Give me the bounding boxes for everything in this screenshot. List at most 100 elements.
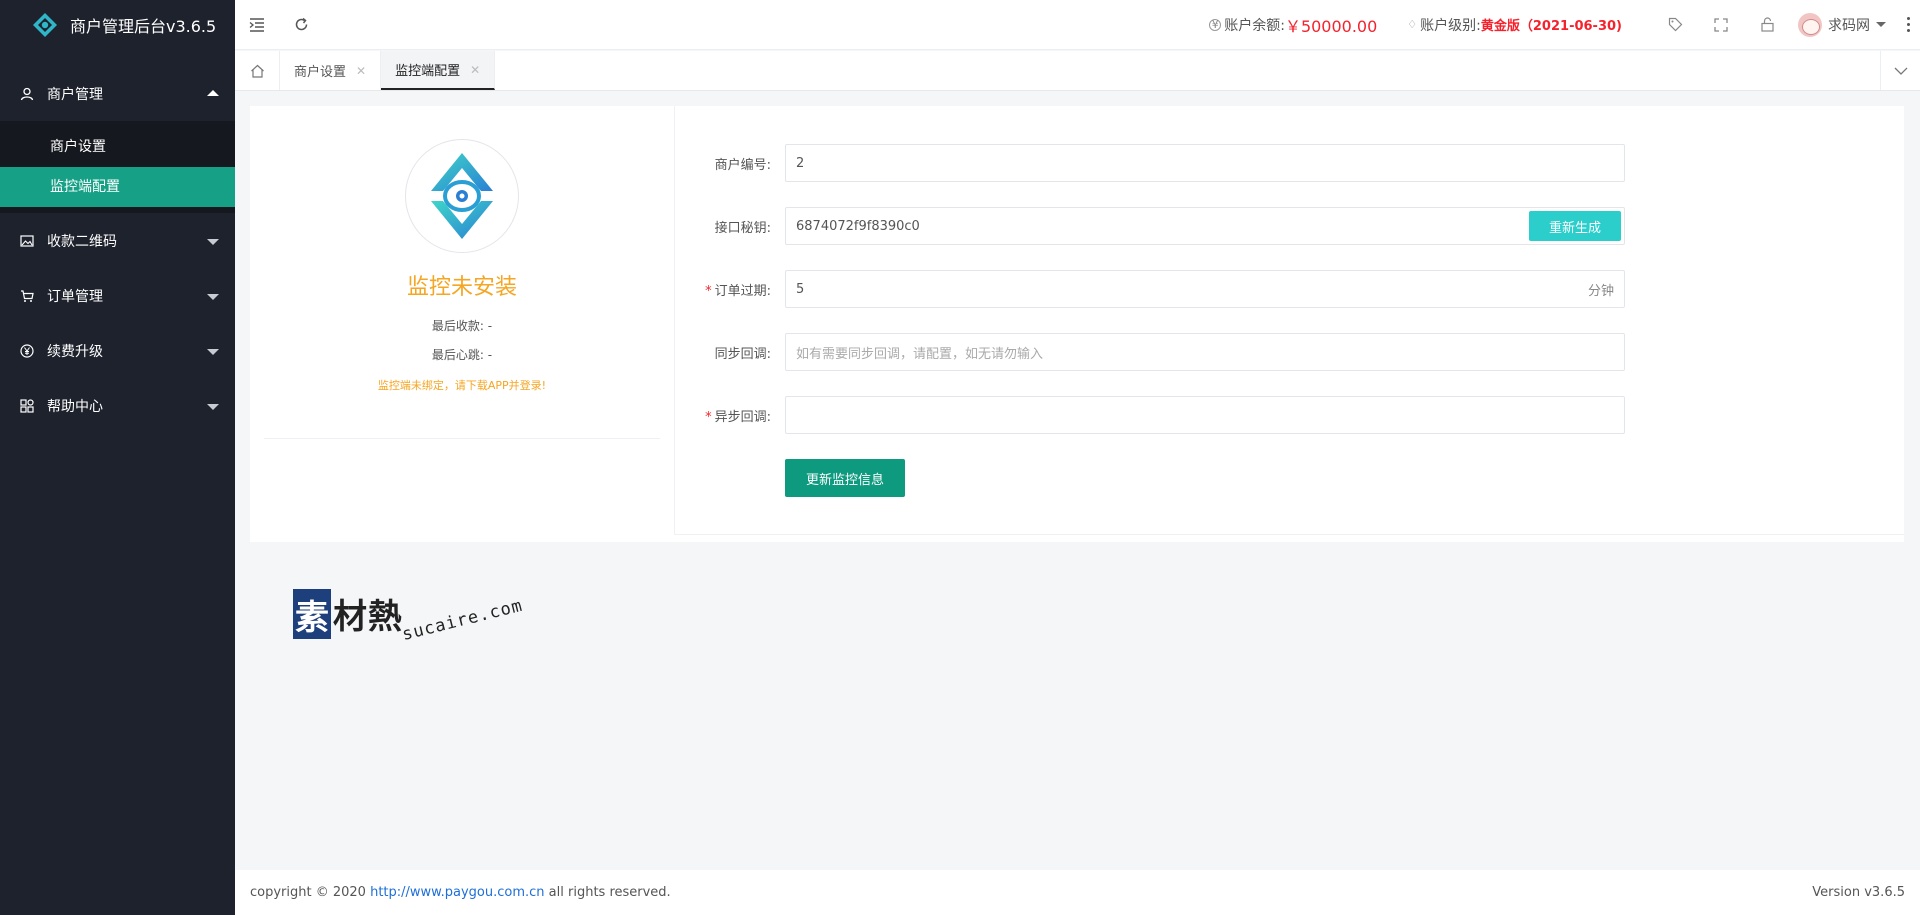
tabs-bar: 商户设置 ✕ 监控端配置 ✕: [235, 51, 1920, 91]
sidebar-item-qrcode[interactable]: 收款二维码: [0, 213, 235, 268]
monitor-status-panel: 监控未安装 最后收款: - 最后心跳: - 监控端未绑定，请下载APP并登录!: [264, 106, 660, 439]
required-mark: *: [705, 409, 712, 425]
form-row-async-callback: * 异步回调:: [695, 396, 1695, 434]
close-icon[interactable]: ✕: [356, 64, 366, 78]
footer: copyright © 2020 http://www.paygou.com.c…: [235, 870, 1920, 915]
chevron-up-icon: [207, 89, 219, 96]
async-callback-label-text: 异步回调:: [714, 409, 771, 425]
form-row-api-key: 接口秘钥: 6874072f9f8390c0 重新生成: [695, 207, 1695, 245]
form-row-merchant-no: 商户编号: 2: [695, 144, 1695, 182]
tab-merchant-settings[interactable]: 商户设置 ✕: [280, 51, 382, 90]
order-expire-field[interactable]: 5 分钟: [785, 270, 1625, 308]
yen-icon: ¥: [1209, 18, 1222, 31]
order-expire-unit: 分钟: [1587, 283, 1614, 299]
more-dot: [1906, 29, 1910, 32]
async-callback-field[interactable]: [785, 396, 1625, 434]
app-logo[interactable]: 商户管理后台v3.6.5: [0, 0, 235, 50]
form-row-sync-callback: 同步回调: 如有需要同步回调，请配置，如无请勿输入: [695, 333, 1695, 371]
refresh-button[interactable]: [279, 0, 323, 50]
api-key-field[interactable]: 6874072f9f8390c0 重新生成: [785, 207, 1625, 245]
more-dot: [1906, 17, 1910, 20]
watermark-brand-first: 素: [293, 589, 331, 639]
sidebar-item-label: 商户管理: [47, 86, 103, 103]
home-icon: [250, 64, 264, 78]
copyright-text: copyright © 2020: [250, 885, 366, 900]
user-icon: [20, 87, 34, 101]
logo-icon: [33, 13, 57, 37]
form-row-order-expire: * 订单过期: 5 分钟: [695, 270, 1695, 308]
sync-callback-field[interactable]: 如有需要同步回调，请配置，如无请勿输入: [785, 333, 1625, 371]
update-monitor-button[interactable]: 更新监控信息: [785, 459, 905, 497]
last-payment-text: 最后收款: -: [431, 319, 493, 333]
indent-icon: [249, 17, 264, 32]
async-callback-label: * 异步回调:: [695, 406, 785, 425]
chevron-down-icon: [207, 293, 219, 300]
account-level: ♢ 账户级别: 黄金版（2021-06-30): [1407, 15, 1622, 35]
monitor-config-form: 商户编号: 2 接口秘钥: 6874072f9f8390c0 重新生成 * 订单过…: [695, 144, 1695, 522]
api-key-value: 6874072f9f8390c0: [796, 218, 920, 234]
order-expire-label: * 订单过期:: [695, 280, 785, 299]
api-key-label: 接口秘钥:: [714, 220, 771, 236]
user-name: 求码网: [1828, 17, 1870, 34]
app-title: 商户管理后台v3.6.5: [70, 17, 217, 36]
watermark-logo: 素 材熱 sucaire.com: [293, 585, 553, 655]
tab-monitor-config[interactable]: 监控端配置 ✕: [381, 51, 496, 90]
footer-link[interactable]: http://www.paygou.com.cn: [370, 885, 544, 900]
top-bar: ¥ 账户余额: ￥50000.00 ♢ 账户级别: 黄金版（2021-06-30…: [235, 0, 1920, 50]
refresh-icon: [295, 17, 307, 31]
required-mark: *: [705, 283, 712, 299]
order-expire-value: 5: [796, 281, 805, 297]
more-button[interactable]: [1896, 0, 1920, 50]
topbar-right: ¥ 账户余额: ￥50000.00 ♢ 账户级别: 黄金版（2021-06-30…: [1209, 0, 1920, 50]
chevron-down-icon: [207, 403, 219, 410]
regenerate-key-button[interactable]: 重新生成: [1529, 211, 1621, 241]
lock-button[interactable]: [1744, 0, 1790, 50]
tab-home[interactable]: [235, 51, 280, 90]
fullscreen-button[interactable]: [1698, 0, 1744, 50]
avatar: [1798, 12, 1822, 37]
sidebar-item-label: 订单管理: [47, 288, 103, 305]
sidebar-item-orders[interactable]: 订单管理: [0, 268, 235, 323]
tabs-dropdown-button[interactable]: [1880, 51, 1920, 90]
tag-button[interactable]: [1652, 0, 1698, 50]
user-menu[interactable]: 求码网: [1798, 12, 1886, 37]
divider: [674, 534, 1904, 535]
sidebar-item-merchant-settings[interactable]: 商户设置: [0, 127, 235, 167]
form-row-submit: 更新监控信息: [695, 459, 1695, 497]
sidebar: 商户管理后台v3.6.5 商户管理 商户设置 监控端配置 收款二维码 订单管理: [0, 0, 235, 915]
balance-value: ￥50000.00: [1284, 16, 1378, 36]
sidebar-item-merchant[interactable]: 商户管理: [0, 66, 235, 121]
version-text: Version v3.6.5: [1812, 885, 1905, 900]
sidebar-item-label: 收款二维码: [47, 233, 117, 250]
merchant-no-field[interactable]: 2: [785, 144, 1625, 182]
menu-toggle-button[interactable]: [235, 0, 279, 50]
chevron-down-icon: [1894, 67, 1907, 75]
sidebar-item-monitor-config[interactable]: 监控端配置: [0, 167, 235, 207]
submenu-merchant: 商户设置 监控端配置: [0, 121, 235, 213]
sidebar-menu: 商户管理 商户设置 监控端配置 收款二维码 订单管理 续费升级 帮助中心: [0, 66, 235, 433]
monitor-app-icon: [431, 153, 493, 239]
watermark-brand-rest: 材熱: [333, 597, 403, 637]
sync-callback-label: 同步回调:: [714, 346, 771, 362]
diamond-icon: ♢: [1407, 18, 1418, 31]
caret-down-icon: [1876, 22, 1886, 27]
merchant-no-label: 商户编号:: [714, 157, 771, 173]
sidebar-item-renew[interactable]: 续费升级: [0, 323, 235, 378]
more-dot: [1906, 23, 1910, 26]
yen-icon: [20, 343, 34, 358]
monitor-logo: [405, 139, 519, 253]
level-label: 账户级别:: [1420, 17, 1481, 34]
sidebar-item-label: 帮助中心: [47, 398, 103, 415]
cart-icon: [20, 289, 34, 303]
order-expire-label-text: 订单过期:: [714, 283, 771, 299]
image-icon: [20, 234, 34, 248]
chevron-down-icon: [207, 348, 219, 355]
chevron-down-icon: [207, 238, 219, 245]
monitor-status-title: 监控未安装: [406, 275, 517, 300]
sidebar-item-help[interactable]: 帮助中心: [0, 378, 235, 433]
lock-icon: [1760, 17, 1774, 32]
sync-callback-placeholder: 如有需要同步回调，请配置，如无请勿输入: [796, 346, 1044, 362]
account-balance: ¥ 账户余额: ￥50000.00: [1209, 13, 1377, 37]
watermark-url: sucaire.com: [400, 595, 525, 645]
close-icon[interactable]: ✕: [470, 63, 480, 77]
